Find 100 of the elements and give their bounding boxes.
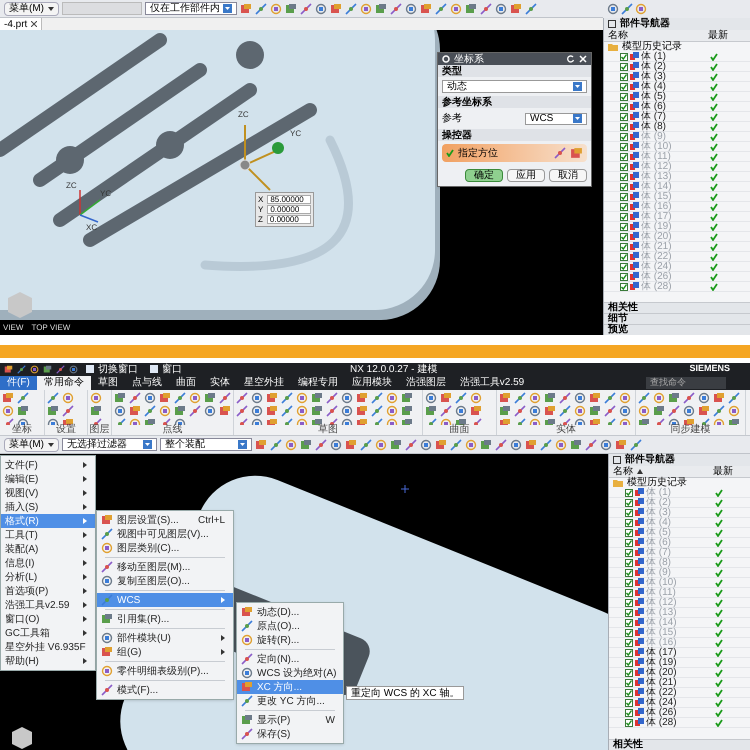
quick-access-button[interactable]: 切换窗口 xyxy=(82,362,142,376)
menu-item[interactable]: 编辑(E) xyxy=(1,472,95,486)
section-header[interactable]: 参考坐标系 xyxy=(438,96,591,108)
toolbar-icon[interactable] xyxy=(241,667,253,679)
menu-item[interactable]: 组(G) xyxy=(97,645,233,659)
collapsed-panel-header[interactable]: 相关性 xyxy=(604,302,750,313)
checkbox[interactable] xyxy=(625,668,633,676)
toolbar-icon[interactable] xyxy=(554,147,566,159)
toolbar-icon[interactable] xyxy=(653,405,665,417)
tree-item-label[interactable]: 体 (22) xyxy=(646,688,677,698)
section-header[interactable]: 类型 xyxy=(438,65,591,77)
toolbar-icon[interactable] xyxy=(619,392,631,404)
toolbar-icon[interactable] xyxy=(356,405,368,417)
checkbox[interactable] xyxy=(625,548,633,556)
checkbox[interactable] xyxy=(625,678,633,686)
toolbar-icon[interactable] xyxy=(101,665,113,677)
ribbon-tab[interactable]: 曲面 xyxy=(168,376,203,390)
toolbar-icon[interactable] xyxy=(574,405,586,417)
checkbox[interactable] xyxy=(625,528,633,536)
toolbar-icon[interactable] xyxy=(266,392,278,404)
toolbar-icon[interactable] xyxy=(653,392,665,404)
menu-item[interactable]: 文件(F) xyxy=(1,458,95,472)
toolbar-icon[interactable] xyxy=(174,405,186,417)
toolbar-icon[interactable] xyxy=(570,438,582,450)
toolbar-icon[interactable] xyxy=(621,3,633,15)
tree-item-label[interactable]: 体 (5) xyxy=(641,92,666,102)
toolbar-icon[interactable] xyxy=(450,2,462,14)
menu-item[interactable]: 窗口(O) xyxy=(1,612,95,626)
toolbar-icon[interactable] xyxy=(311,405,323,417)
menu-item[interactable]: 插入(S) xyxy=(1,500,95,514)
ribbon-tab[interactable]: 常用命令 xyxy=(36,376,91,390)
coordinate-field[interactable]: 85.00000 xyxy=(267,195,312,204)
checkbox[interactable] xyxy=(625,648,633,656)
toolbar-icon[interactable] xyxy=(241,634,253,646)
toolbar-icon[interactable] xyxy=(101,561,113,573)
toolbar-icon[interactable] xyxy=(607,3,619,15)
toolbar-icon[interactable] xyxy=(450,438,462,450)
checkbox[interactable] xyxy=(625,488,633,496)
menu-item[interactable]: 分析(L) xyxy=(1,570,95,584)
toolbar-icon[interactable] xyxy=(241,695,253,707)
toolbar-icon[interactable] xyxy=(698,405,710,417)
checkbox[interactable] xyxy=(620,72,628,80)
toolbar-icon[interactable] xyxy=(529,392,541,404)
toolbar-icon[interactable] xyxy=(375,438,387,450)
toolbar-icon[interactable] xyxy=(440,405,452,417)
menu-item[interactable]: 浩强工具v2.59 xyxy=(1,598,95,612)
checkbox[interactable] xyxy=(625,588,633,596)
toolbar-icon[interactable] xyxy=(315,438,327,450)
toolbar-icon[interactable] xyxy=(728,405,740,417)
ribbon-tab[interactable]: 浩强图层 xyxy=(398,376,453,390)
menu-item[interactable]: 定向(N)... xyxy=(237,652,343,666)
tree-item-label[interactable]: 体 (6) xyxy=(641,102,666,112)
toolbar-icon[interactable] xyxy=(356,392,368,404)
checkbox[interactable] xyxy=(620,252,628,260)
menu-item[interactable]: 信息(I) xyxy=(1,556,95,570)
toolbar-icon[interactable] xyxy=(386,405,398,417)
toolbar-icon[interactable] xyxy=(405,438,417,450)
toolbar-icon[interactable] xyxy=(465,2,477,14)
toolbar-icon[interactable] xyxy=(529,405,541,417)
menu-item[interactable]: 首选项(P) xyxy=(1,584,95,598)
column-header[interactable]: 名称 xyxy=(609,466,709,476)
tree-item-label[interactable]: 体 (8) xyxy=(641,122,666,132)
checkbox[interactable] xyxy=(625,628,633,636)
checkbox[interactable] xyxy=(625,638,633,646)
checkbox[interactable] xyxy=(620,182,628,190)
toolbar-icon[interactable] xyxy=(574,392,586,404)
coordinate-field[interactable]: 0.00000 xyxy=(266,215,311,224)
toolbar-icon[interactable] xyxy=(69,364,78,374)
tree-item-label[interactable]: 体 (28) xyxy=(646,718,677,728)
checkbox[interactable] xyxy=(620,112,628,120)
menu-item[interactable]: 图层类别(C)... xyxy=(97,541,233,555)
checkbox[interactable] xyxy=(620,222,628,230)
toolbar-icon[interactable] xyxy=(240,2,252,14)
toolbar-icon[interactable] xyxy=(43,364,52,374)
menu-button[interactable]: 菜单(M) xyxy=(4,2,59,16)
menu-item[interactable]: 零件明细表级别(P)... xyxy=(97,664,233,678)
toolbar-icon[interactable] xyxy=(241,620,253,632)
checkbox[interactable] xyxy=(620,62,628,70)
toolbar-icon[interactable] xyxy=(638,392,650,404)
toolbar-icon[interactable] xyxy=(604,405,616,417)
scope-dropdown[interactable]: 仅在工作部件内 xyxy=(145,2,237,15)
checkbox[interactable] xyxy=(625,498,633,506)
menu-item[interactable]: 更改 YC 方向... xyxy=(237,694,343,708)
menu-item[interactable]: 旋转(R)... xyxy=(237,633,343,647)
toolbar-icon[interactable] xyxy=(241,653,253,665)
toolbar-icon[interactable] xyxy=(420,438,432,450)
toolbar-icon[interactable] xyxy=(330,438,342,450)
toolbar-icon[interactable] xyxy=(330,2,342,14)
toolbar-icon[interactable] xyxy=(345,2,357,14)
command-search-field[interactable]: 查找命令 xyxy=(646,377,726,389)
collapsed-panel-header[interactable]: 相关性 xyxy=(609,739,750,750)
toolbar-icon[interactable] xyxy=(480,2,492,14)
toolbar-icon[interactable] xyxy=(401,405,413,417)
checkbox[interactable] xyxy=(620,162,628,170)
toolbar-icon[interactable] xyxy=(326,405,338,417)
checkbox[interactable] xyxy=(620,282,628,290)
tree-item-label[interactable]: 体 (26) xyxy=(646,708,677,718)
toolbar-icon[interactable] xyxy=(495,438,507,450)
ribbon-tab[interactable]: 应用模块 xyxy=(344,376,399,390)
column-header[interactable]: 名称 xyxy=(604,30,704,40)
